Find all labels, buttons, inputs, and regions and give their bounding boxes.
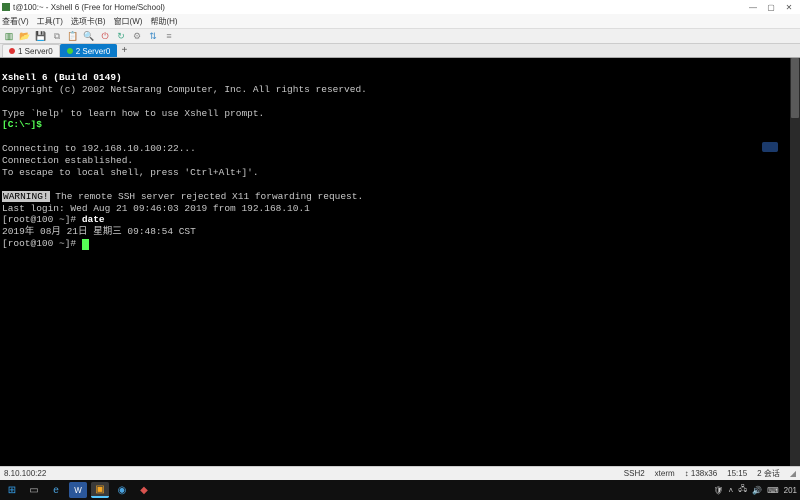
new-session-icon[interactable]: ▥ [2,29,16,43]
terminal-line: The remote SSH server rejected X11 forwa… [50,191,364,202]
status-host: 8.10.100:22 [4,469,46,478]
tray-network-icon[interactable]: 🖧 [738,483,747,497]
terminal-scrollbar[interactable] [790,58,800,466]
search-icon[interactable]: 🔍 [82,29,96,43]
tray-volume-icon[interactable]: 🔊 [752,486,762,495]
terminal-line: Type `help' to learn how to use Xshell p… [2,108,264,119]
taskbar-app-edge[interactable]: e [47,482,65,498]
scrollbar-thumb[interactable] [791,58,799,118]
tray-chevron-up-icon[interactable]: ˄ [729,486,734,495]
status-bar: 8.10.100:22 SSH2 xterm ↕ 138x36 15:15 2 … [0,466,800,480]
transfer-icon[interactable]: ⇅ [146,29,160,43]
status-dot-icon [9,48,15,54]
minimize-button[interactable]: — [744,1,762,13]
save-icon[interactable]: 💾 [34,29,48,43]
terminal-line: Connecting to 192.168.10.100:22... [2,143,196,154]
taskbar-app-vm[interactable]: ◆ [135,482,153,498]
tab-label: 2 Server0 [76,47,111,56]
terminal-warning: WARNING! [2,191,50,202]
menu-tabs[interactable]: 选项卡(B) [71,16,106,27]
open-icon[interactable]: 📂 [18,29,32,43]
terminal-line: Last login: Wed Aug 21 09:46:03 2019 fro… [2,203,310,214]
reconnect-icon[interactable]: ↻ [114,29,128,43]
menu-window[interactable]: 窗口(W) [114,16,143,27]
taskbar-app-word[interactable]: W [69,482,87,498]
copy-icon[interactable]: ⧉ [50,29,64,43]
resize-grip-icon[interactable]: ◢ [790,469,796,478]
status-term: xterm [655,469,675,478]
terminal-line: Copyright (c) 2002 NetSarang Computer, I… [2,84,367,95]
disconnect-icon[interactable]: ⏻ [98,29,112,43]
menu-tools[interactable]: 工具(T) [37,16,63,27]
paste-icon[interactable]: 📋 [66,29,80,43]
task-view-icon[interactable]: ▭ [25,482,43,498]
toolbar: ▥ 📂 💾 ⧉ 📋 🔍 ⏻ ↻ ⚙ ⇅ ≡ [0,28,800,44]
menu-help[interactable]: 帮助(H) [150,16,177,27]
tab-server0-2[interactable]: 2 Server0 [60,44,118,57]
menu-view[interactable]: 查看(V) [2,16,29,27]
terminal-command: date [82,214,105,225]
menu-bar: 查看(V) 工具(T) 选项卡(B) 窗口(W) 帮助(H) [0,14,800,28]
tray-ime-icon[interactable]: ⌨ [767,486,779,495]
app-icon [2,3,10,11]
tab-strip: 1 Server0 2 Server0 + [0,44,800,58]
properties-icon[interactable]: ⚙ [130,29,144,43]
tray-clock[interactable]: 201 [784,486,797,495]
status-sessions: 2 会话 [757,468,780,479]
windows-taskbar: ⊞ ▭ e W ▣ ◉ ◆ 🛡 ˄ 🖧 🔊 ⌨ 201 [0,480,800,500]
tray-shield-icon[interactable]: 🛡 [713,486,723,495]
status-size: ↕ 138x36 [685,469,717,478]
terminal-line: Xshell 6 (Build 0149) [2,72,122,83]
start-button[interactable]: ⊞ [3,482,21,498]
terminal-line: 2019年 08月 21日 星期三 09:48:54 CST [2,226,196,237]
terminal-line [42,119,48,130]
cursor-icon [82,239,89,250]
system-tray[interactable]: 🛡 ˄ 🖧 🔊 ⌨ 201 [713,483,797,497]
terminal-prompt: [C:\~]$ [2,119,42,130]
window-titlebar: t@100:~ - Xshell 6 (Free for Home/School… [0,0,800,14]
terminal[interactable]: Xshell 6 (Build 0149) Copyright (c) 2002… [0,58,800,466]
status-protocol: SSH2 [624,469,645,478]
status-dot-icon [67,48,73,54]
close-button[interactable]: ✕ [780,1,798,13]
tab-label: 1 Server0 [18,47,53,56]
taskbar-app-browser[interactable]: ◉ [113,482,131,498]
tab-server0-1[interactable]: 1 Server0 [2,44,60,57]
terminal-line: To escape to local shell, press 'Ctrl+Al… [2,167,259,178]
terminal-prompt: [root@100 ~]# [2,214,82,225]
script-icon[interactable]: ≡ [162,29,176,43]
watermark-icon [762,142,778,152]
maximize-button[interactable]: ▢ [762,1,780,13]
taskbar-app-xshell[interactable]: ▣ [91,482,109,498]
window-title: t@100:~ - Xshell 6 (Free for Home/School… [13,3,165,12]
terminal-prompt: [root@100 ~]# [2,238,82,249]
status-time: 15:15 [727,469,747,478]
new-tab-button[interactable]: + [117,44,131,57]
terminal-line: Connection established. [2,155,133,166]
